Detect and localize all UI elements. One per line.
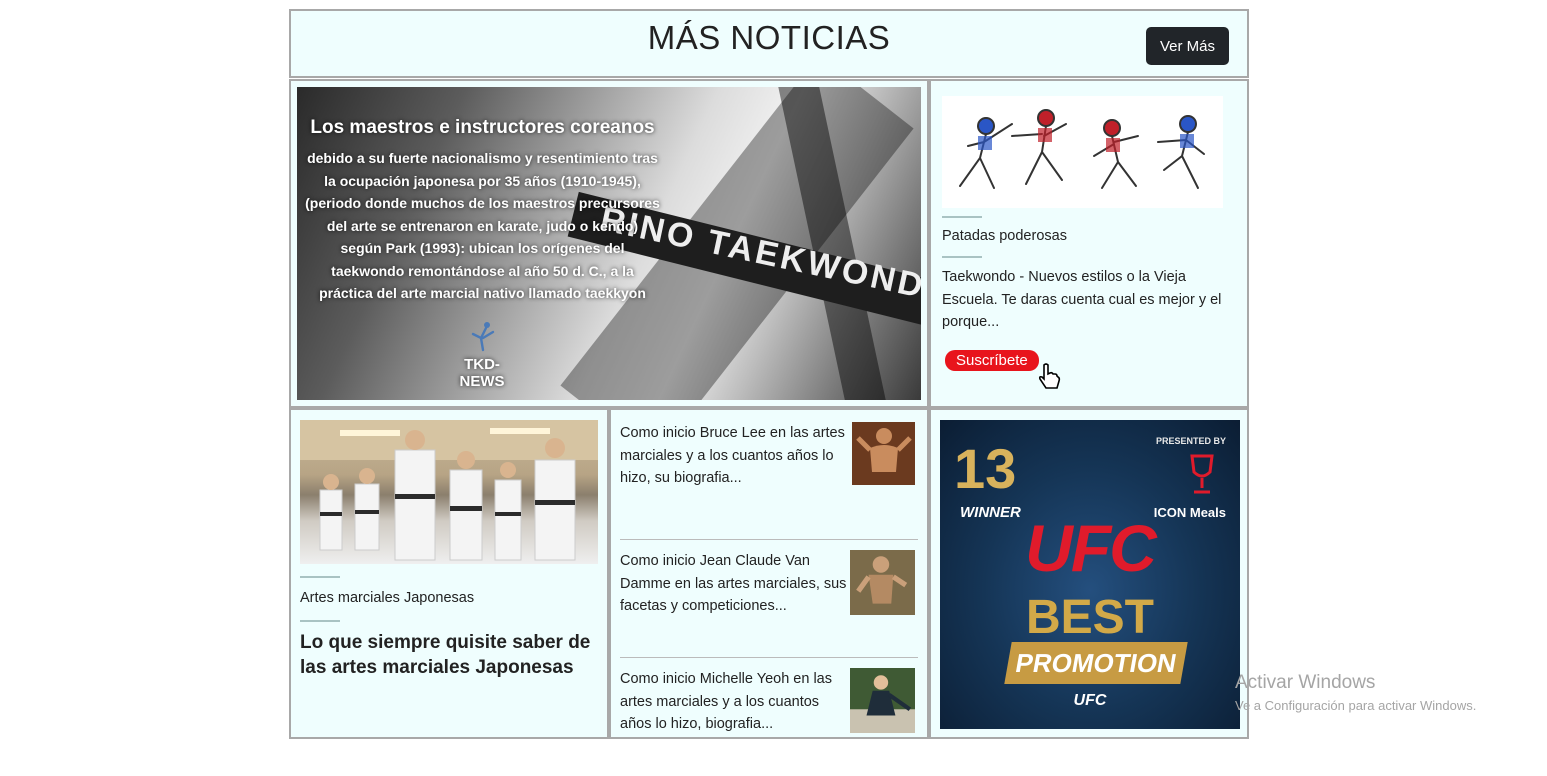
ad-card: 13 WINNER PRESENTED BY ICON Meals UFC BE… (929, 408, 1249, 739)
list-item-text[interactable]: Como inicio Michelle Yeoh en las artes m… (620, 668, 852, 736)
news-header: MÁS NOTICIAS Ver Más (289, 9, 1249, 78)
michelle-yeoh-thumbnail[interactable] (850, 668, 915, 733)
ad-best-text: BEST (1025, 591, 1154, 644)
subscribe-banner[interactable]: Suscríbete (945, 349, 1061, 389)
list-item-text[interactable]: Como inicio Bruce Lee en las artes marci… (620, 422, 852, 490)
news-card-kicks: Patadas poderosas Taekwondo - Nuevos est… (929, 79, 1249, 408)
dojo-photo-image[interactable] (300, 420, 598, 564)
news-card-japanese: Artes marciales Japonesas Lo que siempre… (289, 408, 609, 739)
ad-logo-text: UFC (1025, 511, 1157, 585)
watermark-subtitle: Ve a Configuración para activar Windows. (1235, 698, 1477, 713)
section-title: MÁS NOTICIAS (647, 19, 891, 56)
subscribe-button[interactable]: Suscríbete (945, 349, 1039, 371)
ad-presented-label: PRESENTED BY (1155, 436, 1226, 446)
article-description[interactable]: Taekwondo - Nuevos estilos o la Vieja Es… (942, 266, 1236, 334)
trophy-icon (1190, 454, 1214, 494)
see-more-button[interactable]: Ver Más (1146, 27, 1229, 65)
kick-illustration-image[interactable] (942, 96, 1223, 208)
fighters-icon (959, 109, 1205, 189)
windows-activation-watermark: Activar Windows Ve a Configuración para … (1235, 672, 1476, 713)
list-item-text[interactable]: Como inicio Jean Claude Van Damme en las… (620, 550, 852, 618)
list-item[interactable]: Como inicio Jean Claude Van Damme en las… (620, 540, 918, 658)
divider (300, 620, 340, 622)
article-headline[interactable]: Lo que siempre quisite saber de las arte… (300, 630, 598, 680)
divider (300, 576, 340, 578)
ad-promotion-text: PROMOTION (1004, 642, 1188, 684)
biographies-list: Como inicio Bruce Lee en las artes marci… (609, 408, 929, 739)
divider (942, 256, 982, 258)
hand-cursor-icon (1038, 362, 1061, 389)
van-damme-thumbnail[interactable] (850, 550, 915, 615)
hero-body: debido a su fuerte nacionalismo y resent… (305, 150, 660, 301)
karate-class-icon (300, 420, 598, 561)
ufc-ad-banner[interactable]: 13 WINNER PRESENTED BY ICON Meals UFC BE… (940, 420, 1240, 729)
bruce-lee-thumbnail[interactable] (852, 422, 915, 485)
hero-card: RINO TAEKWONDO Los maestros e instructor… (289, 79, 929, 408)
list-item[interactable]: Como inicio Bruce Lee en las artes marci… (620, 422, 918, 540)
watermark-title: Activar Windows (1235, 672, 1376, 693)
list-item[interactable]: Como inicio Michelle Yeoh en las artes m… (620, 658, 918, 776)
hero-title[interactable]: Los maestros e instructores coreanos (305, 117, 660, 139)
category-label[interactable]: Artes marciales Japonesas (300, 590, 598, 606)
brand-label: TKD-NEWS (459, 356, 505, 390)
ad-number: 13 (954, 437, 1017, 500)
hero-caption: Los maestros e instructores coreanos deb… (305, 117, 660, 305)
hero-image[interactable]: RINO TAEKWONDO Los maestros e instructor… (297, 87, 921, 400)
category-label[interactable]: Patadas poderosas (942, 228, 1236, 244)
divider (942, 216, 982, 218)
kicker-logo-icon (471, 322, 495, 352)
ad-footer-text: UFC (1073, 692, 1107, 709)
